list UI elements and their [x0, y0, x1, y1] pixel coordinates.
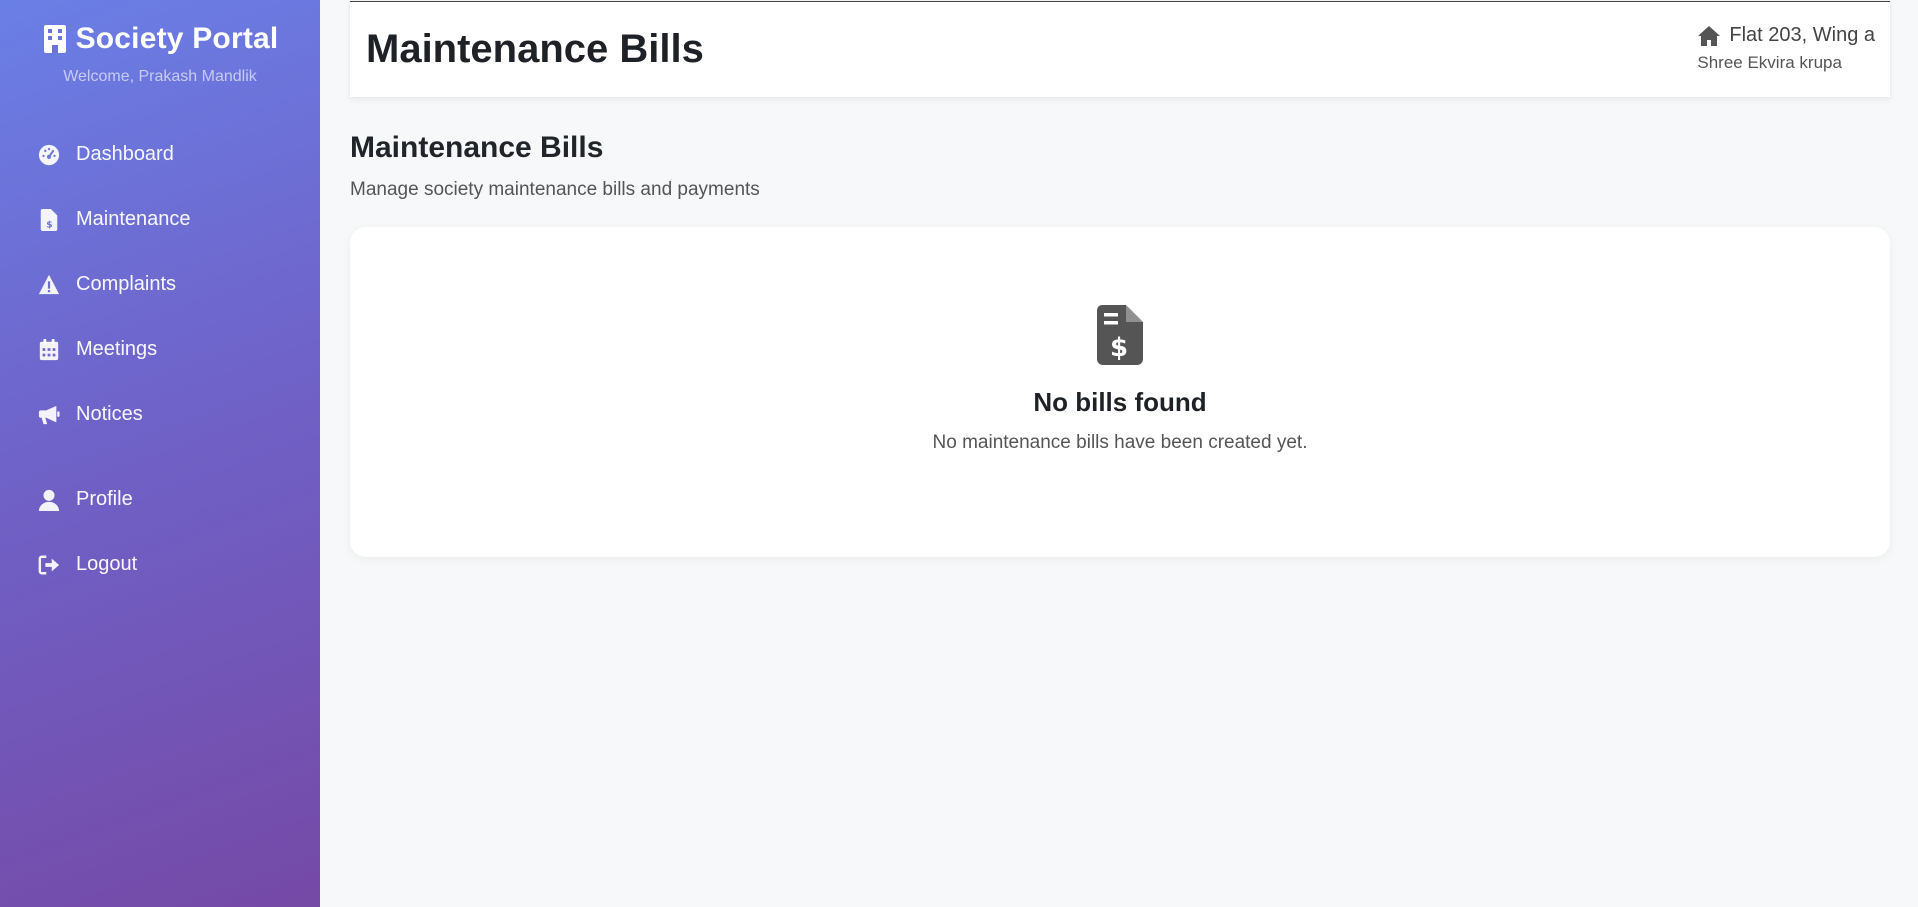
sidebar-nav: Dashboard $ Maintenance Complaints Meeti…: [0, 122, 320, 597]
sidebar-item-label: Complaints: [76, 273, 177, 295]
sidebar-item-label: Maintenance: [76, 208, 191, 230]
calendar-icon: [39, 338, 59, 360]
sidebar-item-complaints[interactable]: Complaints: [0, 252, 320, 317]
sidebar-item-meetings[interactable]: Meetings: [0, 317, 320, 382]
home-icon: [1698, 25, 1721, 46]
building-icon: [43, 25, 66, 53]
dashboard-icon: [38, 144, 60, 165]
svg-text:$: $: [1110, 333, 1128, 363]
main-content: Maintenance Bills Flat 203, Wing a Shree…: [320, 0, 1918, 907]
empty-state-text: No maintenance bills have been created y…: [932, 432, 1308, 453]
society-name: Shree Ekvira krupa: [1697, 53, 1842, 72]
brand: Society Portal Welcome, Prakash Mandlik: [0, 0, 320, 86]
sidebar-item-maintenance[interactable]: $ Maintenance: [0, 187, 320, 252]
sidebar-item-label: Logout: [76, 553, 138, 575]
sidebar-item-profile[interactable]: Profile: [0, 467, 320, 532]
bill-icon: $: [40, 208, 58, 231]
flat-label: Flat 203, Wing a: [1729, 24, 1875, 46]
brand-title[interactable]: Society Portal: [0, 22, 320, 56]
brand-name: Society Portal: [75, 22, 279, 55]
logout-icon: [38, 555, 60, 574]
app: Society Portal Welcome, Prakash Mandlik …: [0, 0, 1918, 907]
sidebar-item-label: Dashboard: [76, 143, 174, 165]
welcome-text: Welcome, Prakash Mandlik: [63, 68, 257, 85]
top-header: Maintenance Bills Flat 203, Wing a Shree…: [350, 1, 1890, 97]
sidebar-item-logout[interactable]: Logout: [0, 532, 320, 597]
user-icon: [38, 489, 60, 511]
sidebar-item-notices[interactable]: Notices: [0, 382, 320, 447]
flat-line: Flat 203, Wing a: [1697, 24, 1875, 47]
flat-info: Flat 203, Wing a Shree Ekvira krupa: [1697, 2, 1875, 73]
bills-card: $ No bills found No maintenance bills ha…: [350, 227, 1890, 557]
sidebar-item-label: Profile: [76, 488, 133, 510]
sidebar-item-label: Meetings: [76, 338, 158, 360]
empty-state-title: No bills found: [1033, 387, 1207, 417]
sidebar-item-dashboard[interactable]: Dashboard: [0, 122, 320, 187]
section-subtitle: Manage society maintenance bills and pay…: [350, 179, 760, 200]
sidebar: Society Portal Welcome, Prakash Mandlik …: [0, 0, 320, 907]
sidebar-item-label: Notices: [76, 403, 143, 425]
svg-text:$: $: [46, 219, 52, 230]
section-title: Maintenance Bills: [350, 131, 604, 164]
invoice-dollar-icon: $: [1097, 305, 1143, 365]
megaphone-icon: [38, 405, 60, 424]
page-title: Maintenance Bills: [366, 27, 704, 71]
warning-icon: [38, 274, 60, 294]
